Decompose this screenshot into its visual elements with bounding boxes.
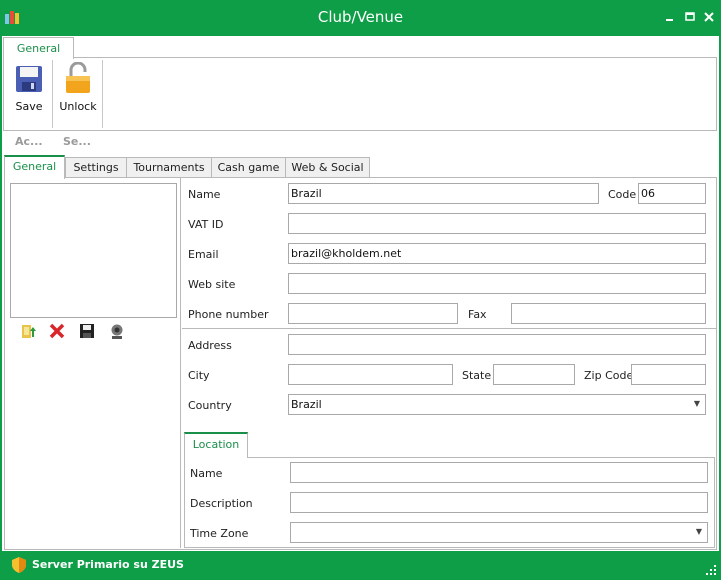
location-name-label: Name [190,467,223,480]
ribbon-group-labels: Ac... Se... [3,131,717,153]
ribbon-tab-general[interactable]: General [3,37,74,59]
unlock-icon [66,62,90,93]
tab-cash-game[interactable]: Cash game [211,157,286,178]
state-label: State [462,369,492,382]
location-name-field[interactable] [290,462,708,483]
tab-tournaments[interactable]: Tournaments [126,157,212,178]
save-icon [16,66,42,92]
section-divider [182,328,716,329]
country-select[interactable]: Brazil ▼ [288,394,706,415]
zip-label: Zip Code [584,369,634,382]
delete-icon[interactable] [48,322,66,340]
timezone-select[interactable]: ▼ [290,522,708,543]
save-button[interactable]: Save [7,58,51,130]
location-description-label: Description [190,497,253,510]
ribbon-separator [102,60,103,128]
address-field[interactable] [288,334,706,355]
location-description-field[interactable] [290,492,708,513]
tab-location[interactable]: Location [184,432,248,458]
code-field[interactable]: 06 [638,183,706,204]
state-field[interactable] [493,364,575,385]
email-label: Email [188,248,219,261]
city-field[interactable] [288,364,453,385]
name-label: Name [188,188,221,201]
ribbon-group-actions: Ac... [15,135,43,148]
ribbon: Save Unlock [3,57,717,131]
window-title: Club/Venue [317,8,404,26]
shield-icon [12,557,26,573]
vat-label: VAT ID [188,218,224,231]
vat-field[interactable] [288,213,706,234]
zip-field[interactable] [631,364,706,385]
website-field[interactable] [288,273,706,294]
country-value: Brazil [291,398,322,411]
status-text: Server Primario su ZEUS [32,558,184,571]
close-icon[interactable] [700,8,718,26]
city-label: City [188,369,210,382]
ribbon-separator [52,60,53,128]
timezone-label: Time Zone [190,527,249,540]
website-label: Web site [188,278,236,291]
country-label: Country [188,399,232,412]
webcam-icon[interactable] [108,322,126,340]
venue-image[interactable] [10,183,177,318]
resize-grip-icon[interactable] [705,564,717,576]
unlock-button[interactable]: Unlock [54,58,102,130]
fax-label: Fax [468,308,487,321]
address-label: Address [188,339,232,352]
name-field[interactable]: Brazil [288,183,599,204]
tab-general[interactable]: General [4,155,65,179]
unlock-label: Unlock [59,100,97,113]
load-image-icon[interactable] [20,322,38,340]
minimize-icon[interactable] [661,8,679,26]
ribbon-group-settings: Se... [63,135,91,148]
code-label: Code [608,188,637,201]
status-bar: Server Primario su ZEUS [0,551,721,580]
phone-field[interactable] [288,303,458,324]
phone-label: Phone number [188,308,269,321]
title-bar: Club/Venue [0,0,721,36]
chevron-down-icon: ▼ [695,527,702,536]
save-disk-icon[interactable] [78,322,96,340]
maximize-icon[interactable] [681,8,699,26]
fax-field[interactable] [511,303,706,324]
chevron-down-icon: ▼ [693,399,700,408]
tab-web-social[interactable]: Web & Social [285,157,370,178]
save-label: Save [15,100,43,113]
tab-settings[interactable]: Settings [65,157,127,178]
email-field[interactable]: brazil@kholdem.net [288,243,706,264]
